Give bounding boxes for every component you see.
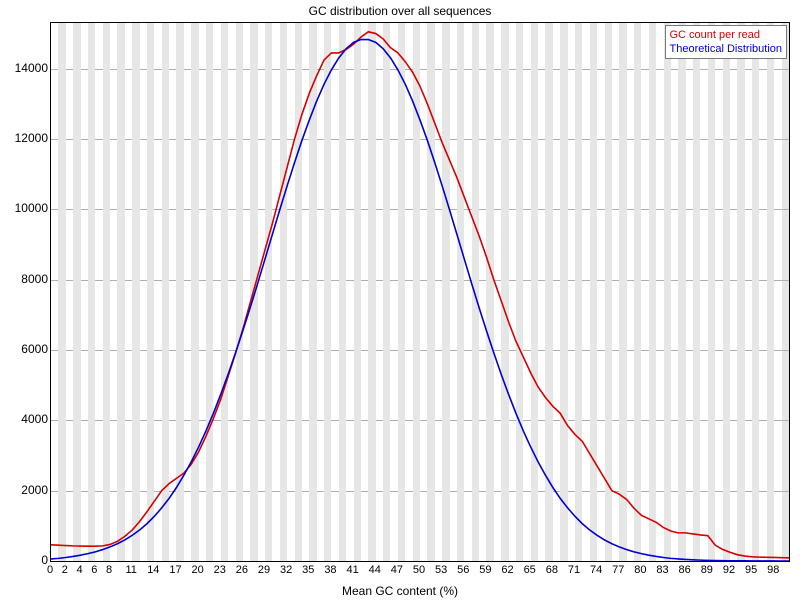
x-tick-label: 11 <box>125 564 136 576</box>
x-tick-label: 4 <box>76 564 82 576</box>
x-tick-label: 29 <box>258 564 270 576</box>
x-axis-label: Mean GC content (%) <box>0 584 800 598</box>
legend-item-theoretical: Theoretical Distribution <box>670 42 783 56</box>
y-tick-label: 0 <box>4 553 48 567</box>
series-line <box>51 32 789 558</box>
y-tick-label: 2000 <box>4 483 48 497</box>
x-tick-label: 32 <box>280 564 292 576</box>
x-tick-label: 92 <box>723 564 735 576</box>
legend-item-gc-count: GC count per read <box>670 28 783 42</box>
x-tick-label: 14 <box>147 564 159 576</box>
x-tick-label: 20 <box>191 564 203 576</box>
x-tick-label: 50 <box>413 564 425 576</box>
x-tick-label: 6 <box>91 564 97 576</box>
x-tick-label: 53 <box>435 564 447 576</box>
x-tick-label: 80 <box>634 564 646 576</box>
y-tick-label: 8000 <box>4 272 48 286</box>
y-tick-label: 6000 <box>4 342 48 356</box>
y-tick-label: 14000 <box>4 61 48 75</box>
x-tick-label: 86 <box>679 564 691 576</box>
x-tick-label: 47 <box>391 564 403 576</box>
x-tick-label: 0 <box>47 564 53 576</box>
x-tick-label: 8 <box>106 564 112 576</box>
x-tick-label: 65 <box>524 564 536 576</box>
x-tick-label: 83 <box>656 564 668 576</box>
x-tick-label: 95 <box>745 564 757 576</box>
x-tick-label: 62 <box>501 564 513 576</box>
x-tick-label: 2 <box>62 564 68 576</box>
chart-title: GC distribution over all sequences <box>0 4 800 18</box>
series-line <box>51 40 789 561</box>
plot-area: GC count per read Theoretical Distributi… <box>50 22 790 562</box>
y-tick-label: 4000 <box>4 412 48 426</box>
y-tick-label: 12000 <box>4 131 48 145</box>
x-tick-label: 23 <box>214 564 226 576</box>
x-tick-label: 77 <box>612 564 624 576</box>
x-tick-label: 71 <box>568 564 580 576</box>
x-tick-label: 56 <box>457 564 469 576</box>
x-tick-label: 68 <box>546 564 558 576</box>
x-tick-label: 44 <box>369 564 381 576</box>
x-tick-label: 74 <box>590 564 602 576</box>
x-tick-label: 89 <box>701 564 713 576</box>
x-tick-label: 38 <box>324 564 336 576</box>
series-layer <box>51 23 789 561</box>
grid-line <box>51 561 789 562</box>
legend: GC count per read Theoretical Distributi… <box>665 25 788 59</box>
x-tick-label: 26 <box>236 564 248 576</box>
chart-container: GC distribution over all sequences GC co… <box>0 0 800 600</box>
y-tick-label: 10000 <box>4 201 48 215</box>
x-tick-label: 41 <box>346 564 358 576</box>
x-tick-label: 35 <box>302 564 314 576</box>
x-tick-label: 98 <box>767 564 779 576</box>
x-tick-label: 59 <box>479 564 491 576</box>
x-tick-label: 17 <box>169 564 181 576</box>
